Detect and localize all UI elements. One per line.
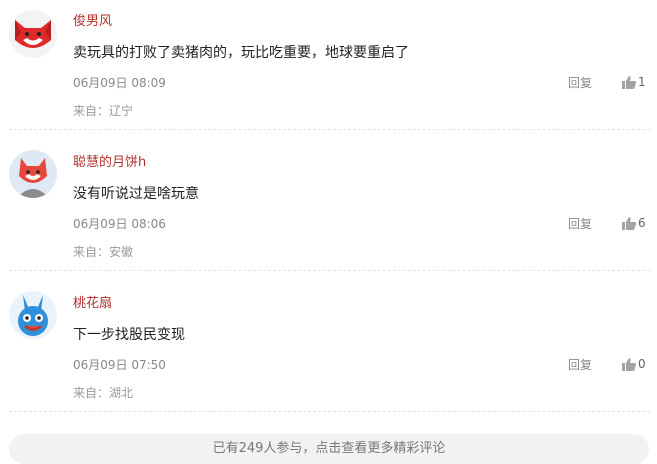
user-avatar[interactable] [9,10,57,58]
comment-text: 没有听说过是啥玩意 [73,186,199,202]
user-avatar[interactable] [9,291,57,339]
red-fox-avatar-icon [9,10,57,58]
divider [9,411,650,412]
like-count: 1 [638,75,646,89]
like-count: 6 [638,216,646,230]
comment-time: 06月09日 08:06 [73,217,166,231]
comment-time: 06月09日 08:09 [73,76,166,90]
user-name[interactable]: 桃花扇 [73,292,112,311]
blue-rabbit-avatar-icon [9,291,57,339]
like-count: 0 [638,357,646,371]
comment-location: 来自：辽宁 [73,104,134,118]
divider [9,270,650,271]
user-name[interactable]: 俊男风 [73,10,112,29]
like-button[interactable]: 6 [622,215,646,231]
user-name[interactable]: 聪慧的月饼h [73,151,146,170]
like-button[interactable]: 0 [622,356,646,372]
like-button[interactable]: 1 [622,74,646,90]
user-avatar[interactable] [9,150,57,198]
thumbs-up-icon [622,76,636,89]
thumbs-up-icon [622,217,636,230]
reply-button[interactable]: 回复 [568,356,592,373]
comment-text: 卖玩具的打败了卖猪肉的，玩比吃重要，地球要重启了 [73,45,409,61]
divider [9,129,650,130]
thumbs-up-icon [622,358,636,371]
comment-time: 06月09日 07:50 [73,358,166,372]
fox-grey-suit-avatar-icon [9,150,57,198]
reply-button[interactable]: 回复 [568,215,592,232]
comment-location: 来自：湖北 [73,386,134,400]
comment-location: 来自：安徽 [73,245,134,259]
reply-button[interactable]: 回复 [568,74,592,91]
comment-text: 下一步找股民变现 [73,327,185,343]
